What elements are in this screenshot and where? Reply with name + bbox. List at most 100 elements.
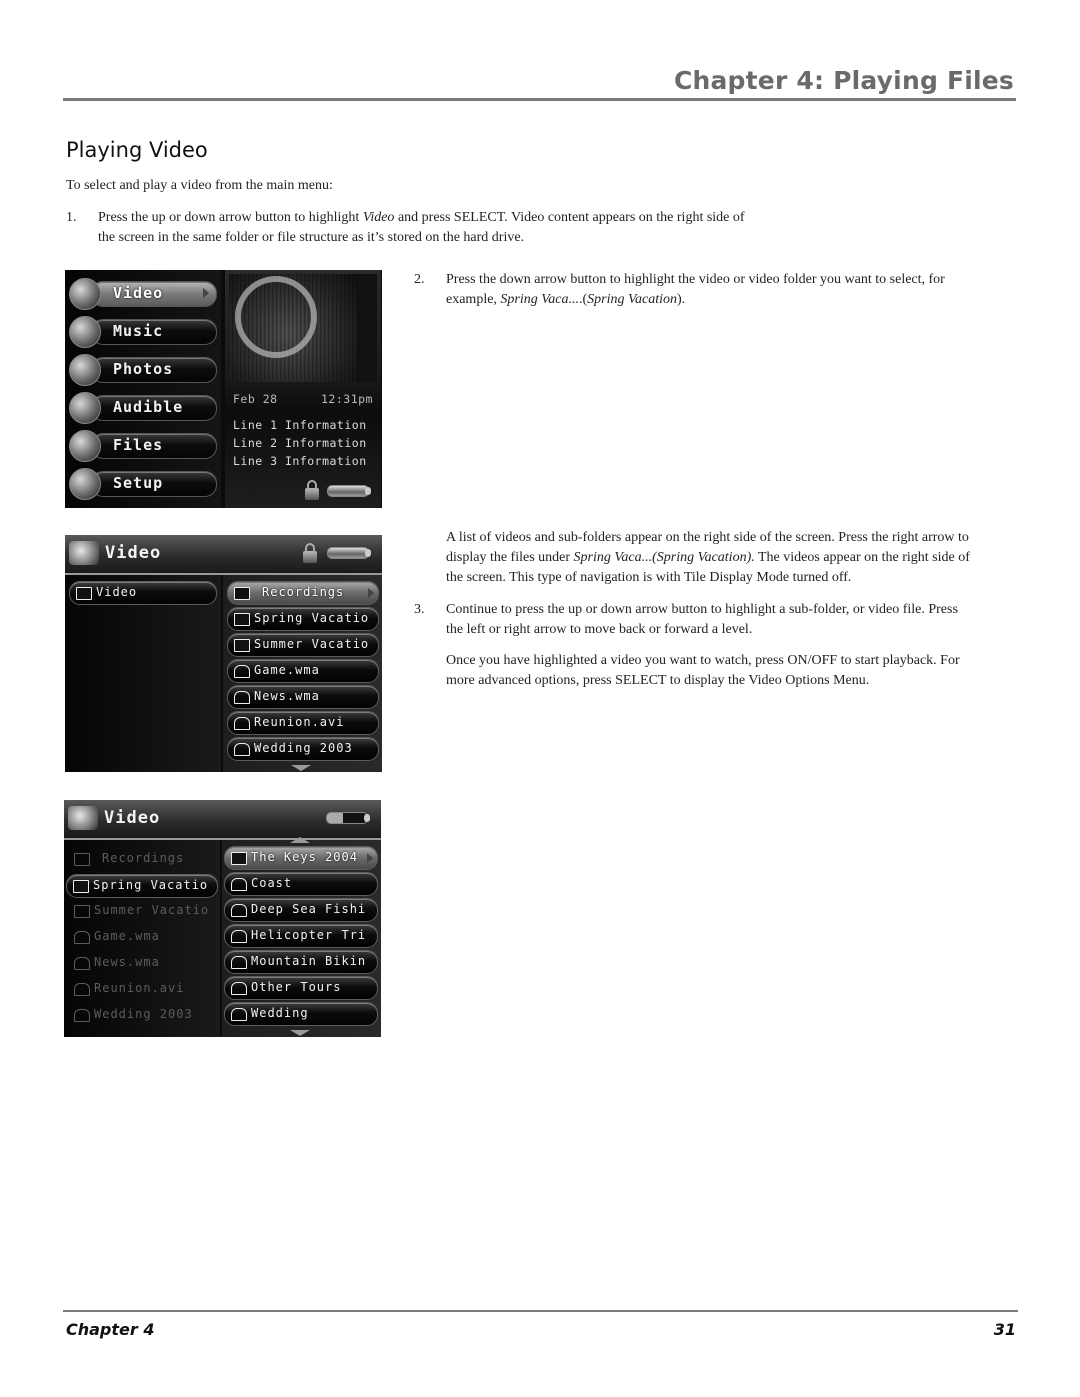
- step-number: 1.: [66, 210, 77, 225]
- menu-item-audible[interactable]: Audible: [69, 392, 217, 424]
- lock-icon: [303, 543, 317, 563]
- files-icon: [69, 430, 101, 462]
- lock-icon: [305, 480, 319, 500]
- folder-icon: [74, 853, 90, 866]
- menu-label: Files: [113, 436, 164, 454]
- scroll-up-icon[interactable]: [290, 837, 310, 843]
- item-label: Summer Vacatio: [254, 637, 370, 651]
- step-text: Continue to press the up or down arrow b…: [446, 602, 958, 617]
- folder-pane: Video: [65, 575, 221, 772]
- menu-label: Video: [113, 284, 164, 302]
- film-camera-icon: [231, 982, 247, 995]
- info-line-1: Line 1 Information: [233, 418, 367, 432]
- step-text: Press the down arrow button to highlight…: [446, 272, 945, 287]
- step-text: example,: [446, 292, 501, 307]
- film-camera-icon: [231, 1008, 247, 1021]
- para-text: The videos appear on the right side of: [754, 550, 970, 565]
- chevron-right-icon: [367, 853, 373, 863]
- step-emphasis: Video: [362, 210, 395, 225]
- step-number: 3.: [414, 602, 425, 617]
- step-text: and press SELECT. Video content appears …: [394, 210, 745, 225]
- scroll-down-icon[interactable]: [290, 1030, 310, 1036]
- screen-title: Video: [105, 543, 162, 563]
- item-label: Other Tours: [251, 980, 342, 994]
- step-text: the screen in the same folder or file st…: [98, 230, 525, 245]
- step-body: Continue to press the up or down arrow b…: [446, 600, 958, 640]
- list-item[interactable]: Wedding 2003: [68, 1004, 214, 1026]
- screen-header: Video: [65, 535, 382, 575]
- menu-label: Setup: [113, 474, 164, 492]
- folder-icon: [234, 587, 250, 600]
- open-folder-icon: [73, 880, 89, 893]
- list-item[interactable]: Game.wma: [68, 926, 214, 948]
- list-item[interactable]: Recordings: [227, 581, 379, 605]
- item-label: Helicopter Tri: [251, 928, 367, 942]
- item-label: Summer Vacatio: [94, 903, 210, 917]
- menu-item-files[interactable]: Files: [69, 430, 217, 462]
- list-item[interactable]: Reunion.avi: [227, 711, 379, 735]
- folder-pane: Recordings Spring Vacatio Summer Vacatio…: [64, 840, 220, 1037]
- item-label: Reunion.avi: [254, 715, 345, 729]
- menu-item-video[interactable]: Video: [69, 278, 217, 310]
- list-item[interactable]: The Keys 2004: [224, 846, 378, 870]
- list-item[interactable]: Summer Vacatio: [227, 633, 379, 657]
- content-pane: The Keys 2004 Coast Deep Sea Fishi Helic…: [222, 837, 381, 1037]
- item-label: Wedding 2003: [94, 1007, 193, 1021]
- camera-icon: [69, 354, 101, 386]
- open-folder-icon: [76, 587, 92, 600]
- menu-label: Photos: [113, 360, 174, 378]
- video-thumbnail: [229, 274, 377, 382]
- list-item[interactable]: Wedding 2003: [227, 737, 379, 761]
- para-text: the screen. This type of navigation is w…: [446, 570, 852, 585]
- list-item-selected[interactable]: Spring Vacatio: [66, 874, 218, 898]
- list-item[interactable]: Other Tours: [224, 976, 378, 1000]
- list-item[interactable]: News.wma: [68, 952, 214, 974]
- list-item[interactable]: Game.wma: [227, 659, 379, 683]
- para-text: display the files under: [446, 550, 574, 565]
- para-text: Once you have highlighted a video you wa…: [446, 653, 960, 668]
- list-item[interactable]: Coast: [224, 872, 378, 896]
- item-label: Reunion.avi: [94, 981, 185, 995]
- screen-title: Video: [104, 808, 161, 828]
- list-item[interactable]: Helicopter Tri: [224, 924, 378, 948]
- content-pane: Recordings Spring Vacatio Summer Vacatio…: [223, 575, 382, 772]
- step-number: 2.: [414, 272, 425, 287]
- date-readout: Feb 28: [233, 392, 278, 406]
- film-camera-icon: [234, 691, 250, 704]
- list-item[interactable]: Recordings: [68, 848, 214, 870]
- menu-label: Audible: [113, 398, 184, 416]
- item-label: Spring Vacatio: [254, 611, 370, 625]
- para-text: more advanced options, press SELECT to d…: [446, 673, 870, 688]
- list-item[interactable]: Deep Sea Fishi: [224, 898, 378, 922]
- folder-icon: [234, 613, 250, 626]
- menu-item-setup[interactable]: Setup: [69, 468, 217, 500]
- list-item[interactable]: Mountain Bikin: [224, 950, 378, 974]
- menu-item-music[interactable]: Music: [69, 316, 217, 348]
- film-camera-icon: [74, 957, 90, 970]
- list-item[interactable]: News.wma: [227, 685, 379, 709]
- gear-icon: [69, 468, 101, 500]
- scroll-down-icon[interactable]: [291, 765, 311, 771]
- list-item[interactable]: Video: [69, 581, 217, 605]
- speaker-book-icon: [69, 392, 101, 424]
- playback-instructions: Once you have highlighted a video you wa…: [446, 651, 1026, 691]
- para-emphasis: Spring Vaca...(Spring Vacation).: [573, 550, 755, 565]
- film-camera-icon: [231, 878, 247, 891]
- info-line-3: Line 3 Information: [233, 454, 367, 468]
- item-label: Spring Vacatio: [93, 878, 209, 892]
- item-label: Wedding 2003: [254, 741, 353, 755]
- film-camera-icon: [234, 743, 250, 756]
- folder-icon: [234, 639, 250, 652]
- list-item[interactable]: Spring Vacatio: [227, 607, 379, 631]
- list-item[interactable]: Summer Vacatio: [68, 900, 214, 922]
- item-label: Coast: [251, 876, 293, 890]
- film-camera-icon: [234, 665, 250, 678]
- video-browser-screenshot-1: Video Video Recordings Spring Vacatio Su…: [65, 535, 382, 772]
- time-readout: 12:31pm: [321, 392, 373, 406]
- list-item[interactable]: Wedding: [224, 1002, 378, 1026]
- item-label: Deep Sea Fishi: [251, 902, 367, 916]
- step-emphasis: Spring Vacation: [587, 292, 677, 307]
- film-camera-icon: [234, 717, 250, 730]
- list-item[interactable]: Reunion.avi: [68, 978, 214, 1000]
- menu-item-photos[interactable]: Photos: [69, 354, 217, 386]
